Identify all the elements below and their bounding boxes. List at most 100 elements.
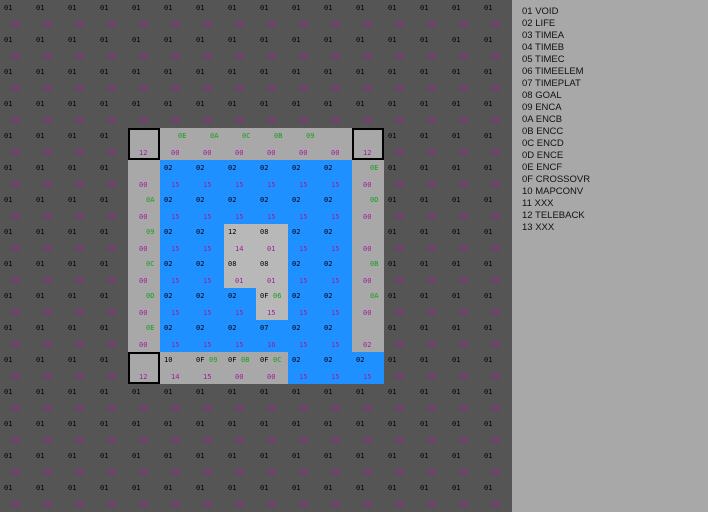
map-tile[interactable]: 01 00	[384, 96, 416, 128]
map-tile[interactable]: 01 00	[320, 32, 352, 64]
map-tile[interactable]: 01 00	[0, 224, 32, 256]
map-tile[interactable]: 01 00	[352, 448, 384, 480]
map-tile[interactable]: 01 00	[0, 352, 32, 384]
map-tile[interactable]: 01 00	[32, 192, 64, 224]
map-tile[interactable]: 01 00	[480, 160, 512, 192]
map-tile[interactable]: 0A 00	[128, 192, 160, 224]
map-tile[interactable]: 01 00	[96, 288, 128, 320]
map-tile[interactable]: 01 00	[128, 480, 160, 512]
map-tile[interactable]: 01 00	[128, 32, 160, 64]
map-tile[interactable]: 01 00	[96, 192, 128, 224]
map-tile[interactable]: 01 00	[352, 384, 384, 416]
map-tile[interactable]: 01 00	[256, 384, 288, 416]
map-tile[interactable]: 01 00	[288, 0, 320, 32]
map-tile[interactable]: 01 00	[32, 352, 64, 384]
map-tile[interactable]: 01 00	[480, 64, 512, 96]
map-tile[interactable]: 01 00	[384, 128, 416, 160]
map-tile[interactable]: 00	[352, 224, 384, 256]
map-tile[interactable]: 0F 09 15	[192, 352, 224, 384]
map-tile[interactable]: 01 00	[96, 160, 128, 192]
map-tile[interactable]: 01 00	[384, 448, 416, 480]
map-tile[interactable]: 01 00	[480, 352, 512, 384]
map-tile[interactable]: 01 00	[384, 64, 416, 96]
map-tile[interactable]: 01 00	[352, 416, 384, 448]
map-tile[interactable]: 01 00	[480, 96, 512, 128]
map-tile[interactable]: 01 00	[416, 448, 448, 480]
map-tile[interactable]: 01 00	[288, 64, 320, 96]
map-tile[interactable]: 0F 0B 00	[224, 352, 256, 384]
map-tile[interactable]: 01 00	[416, 416, 448, 448]
map-tile[interactable]: 01 00	[416, 32, 448, 64]
map-tile[interactable]: 01 00	[256, 64, 288, 96]
map-tile[interactable]: 02 15	[288, 224, 320, 256]
map-tile[interactable]: 02 15	[224, 320, 256, 352]
map-tile[interactable]: 01 00	[96, 448, 128, 480]
map-tile[interactable]: 01 00	[192, 32, 224, 64]
map-tile[interactable]: 02 15	[160, 160, 192, 192]
map-tile[interactable]: 01 00	[320, 0, 352, 32]
map-tile[interactable]: 01 00	[96, 0, 128, 32]
map-tile[interactable]: 01 00	[64, 320, 96, 352]
map-tile[interactable]: 01 00	[448, 64, 480, 96]
map-tile[interactable]: 01 00	[448, 256, 480, 288]
map-tile[interactable]: 01 00	[384, 32, 416, 64]
map-tile[interactable]: 02 15	[256, 160, 288, 192]
map-tile[interactable]: 01 00	[480, 256, 512, 288]
map-tile[interactable]: 01 00	[64, 416, 96, 448]
map-tile[interactable]: 01 00	[448, 160, 480, 192]
map-tile[interactable]: 01 00	[416, 352, 448, 384]
map-tile[interactable]: 0D 00	[128, 288, 160, 320]
map-tile[interactable]: 02 15	[224, 160, 256, 192]
map-tile[interactable]: 02 15	[192, 160, 224, 192]
map-tile[interactable]: 01 00	[128, 64, 160, 96]
map-tile[interactable]: 01 00	[64, 32, 96, 64]
map-tile[interactable]: 01 00	[32, 0, 64, 32]
map-tile[interactable]: 01 00	[64, 224, 96, 256]
map-tile[interactable]: 01 00	[448, 0, 480, 32]
map-tile[interactable]: 01 00	[128, 384, 160, 416]
map-tile[interactable]: 01 00	[128, 96, 160, 128]
map-tile[interactable]: 01 00	[192, 96, 224, 128]
map-tile[interactable]: 01 00	[416, 96, 448, 128]
map-tile[interactable]: 01 00	[320, 96, 352, 128]
map-tile[interactable]: 02 15	[320, 224, 352, 256]
map-tile[interactable]: 08 01	[256, 224, 288, 256]
map-tile[interactable]: 01 00	[416, 192, 448, 224]
map-tile[interactable]: 10 14	[160, 352, 192, 384]
map-tile[interactable]: 01 00	[32, 160, 64, 192]
map-tile[interactable]: 01 00	[32, 384, 64, 416]
map-tile[interactable]: 12 14	[224, 224, 256, 256]
map-tile[interactable]: 01 00	[32, 96, 64, 128]
map-tile[interactable]: 01 00	[416, 224, 448, 256]
map-tile[interactable]: 08 01	[224, 256, 256, 288]
map-tile[interactable]: 02 15	[288, 352, 320, 384]
map-tile[interactable]: 0A 00	[352, 288, 384, 320]
map-tile[interactable]: 02 15	[288, 192, 320, 224]
map-tile[interactable]: 01 00	[352, 64, 384, 96]
map-tile[interactable]: 01 00	[480, 480, 512, 512]
map-tile[interactable]: 02 15	[192, 192, 224, 224]
map-tile[interactable]: 01 00	[448, 352, 480, 384]
map-tile[interactable]: 01 00	[448, 448, 480, 480]
map-tile[interactable]: 01 00	[160, 416, 192, 448]
map-tile[interactable]: 02 15	[288, 160, 320, 192]
map-tile[interactable]: 02 15	[320, 320, 352, 352]
map-tile[interactable]: 01 00	[480, 0, 512, 32]
map-tile[interactable]: 01 00	[384, 352, 416, 384]
map-tile[interactable]: 01 00	[448, 320, 480, 352]
map-tile[interactable]: 01 00	[320, 448, 352, 480]
map-tile[interactable]: 01 00	[384, 0, 416, 32]
map-tile[interactable]: 01 00	[224, 64, 256, 96]
map-tile[interactable]: 09 00	[128, 224, 160, 256]
map-tile[interactable]: 01 00	[448, 224, 480, 256]
map-tile[interactable]: 01 00	[320, 480, 352, 512]
map-tile[interactable]: 01 00	[0, 128, 32, 160]
map-tile[interactable]: 01 00	[448, 384, 480, 416]
map-tile[interactable]: 0A 00	[192, 128, 224, 160]
map-tile[interactable]: 01 00	[416, 480, 448, 512]
map-tile[interactable]: 01 00	[64, 96, 96, 128]
map-tile[interactable]: 00	[320, 128, 352, 160]
map-tile[interactable]: 01 00	[192, 64, 224, 96]
map-tile[interactable]: 01 00	[64, 256, 96, 288]
map-tile[interactable]: 01 00	[448, 128, 480, 160]
